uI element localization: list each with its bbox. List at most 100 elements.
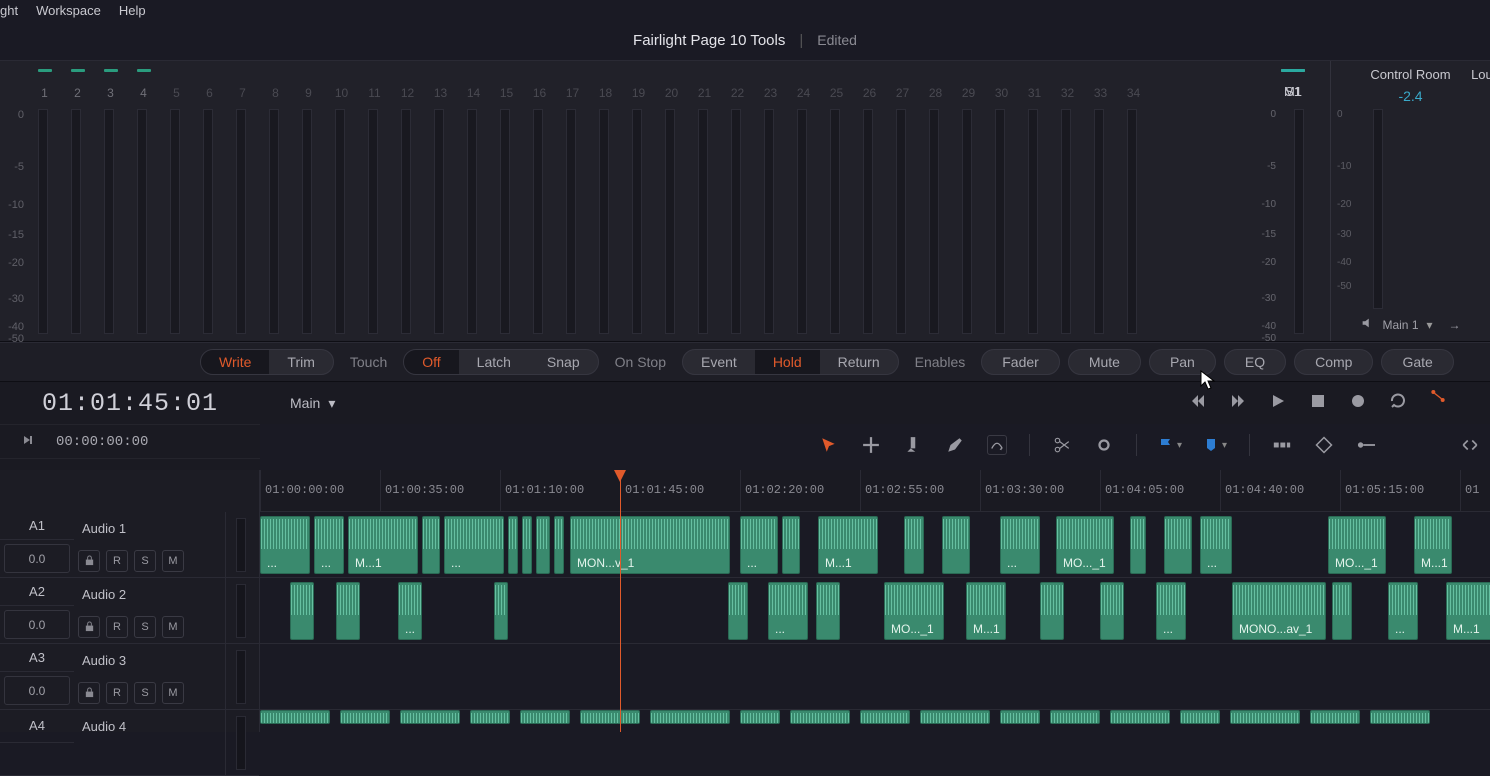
track-m-button[interactable]: M: [162, 682, 184, 704]
audio-clip[interactable]: [260, 710, 330, 724]
audio-clip[interactable]: [1110, 710, 1170, 724]
track-header[interactable]: A30.0Audio 3RSM: [0, 644, 259, 710]
event-button[interactable]: Event: [683, 350, 755, 374]
enable-eq-button[interactable]: EQ: [1224, 349, 1286, 375]
track-m-button[interactable]: M: [162, 550, 184, 572]
track-lane[interactable]: ......M...1...MON...v_1...M...1...MO..._…: [260, 512, 1490, 578]
channel-meter[interactable]: 3: [94, 61, 127, 341]
timeline-selector[interactable]: Main ▾: [290, 395, 335, 412]
audio-clip[interactable]: [520, 710, 570, 724]
pointer-tool[interactable]: [819, 435, 839, 455]
audio-clip[interactable]: [728, 582, 748, 640]
audio-clip[interactable]: ...: [314, 516, 344, 574]
audio-clip[interactable]: M...1: [1414, 516, 1452, 574]
audio-clip[interactable]: MO..._1: [1328, 516, 1386, 574]
menu-item[interactable]: Help: [119, 3, 146, 18]
track-name[interactable]: Audio 4: [74, 710, 225, 743]
menu-item[interactable]: ght: [0, 3, 18, 18]
latch-button[interactable]: Latch: [459, 350, 529, 374]
channel-meter[interactable]: 13: [424, 61, 457, 341]
channel-meter[interactable]: 2: [61, 61, 94, 341]
track-header[interactable]: A4Audio 4: [0, 710, 259, 776]
audio-clip[interactable]: [942, 516, 970, 574]
audio-clip[interactable]: [1100, 582, 1124, 640]
play-button[interactable]: [1270, 393, 1286, 414]
trim-button[interactable]: Trim: [269, 350, 332, 374]
track-r-button[interactable]: R: [106, 550, 128, 572]
track-header[interactable]: A20.0Audio 2RSM: [0, 578, 259, 644]
track-s-button[interactable]: S: [134, 550, 156, 572]
audio-clip[interactable]: ...: [1388, 582, 1418, 640]
channel-meter[interactable]: 5: [160, 61, 193, 341]
track-lane[interactable]: [260, 644, 1490, 710]
channel-meter[interactable]: 17: [556, 61, 589, 341]
enable-mute-button[interactable]: Mute: [1068, 349, 1141, 375]
snap-button[interactable]: Snap: [529, 350, 598, 374]
enable-gate-button[interactable]: Gate: [1381, 349, 1453, 375]
channel-meter[interactable]: 8: [259, 61, 292, 341]
audio-clip[interactable]: [816, 582, 840, 640]
link-tool[interactable]: [1094, 435, 1114, 455]
audio-clip[interactable]: M...1: [818, 516, 878, 574]
audio-clip[interactable]: ...: [1200, 516, 1232, 574]
flag-tool[interactable]: ▾: [1159, 438, 1182, 452]
pencil-tool[interactable]: [945, 435, 965, 455]
lock-icon[interactable]: [78, 682, 100, 704]
channel-meter[interactable]: 32: [1051, 61, 1084, 341]
track-db[interactable]: 0.0: [4, 544, 70, 573]
channel-meter[interactable]: 15: [490, 61, 523, 341]
snap-tool[interactable]: [1272, 435, 1292, 455]
channel-meter[interactable]: 25: [820, 61, 853, 341]
menu-item[interactable]: Workspace: [36, 3, 101, 18]
range-tool[interactable]: [861, 435, 881, 455]
monitor-select[interactable]: Main 1 ▾ →: [1331, 316, 1490, 333]
audio-clip[interactable]: M...1: [966, 582, 1006, 640]
audio-clip[interactable]: [400, 710, 460, 724]
audio-clip[interactable]: M...1: [1446, 582, 1490, 640]
channel-meter[interactable]: 33: [1084, 61, 1117, 341]
arrow-right-icon[interactable]: →: [1449, 318, 1461, 332]
curve-tool[interactable]: [987, 435, 1007, 455]
timecode-display[interactable]: 01:01:45:01: [0, 389, 260, 418]
track-area[interactable]: 01:00:00:0001:00:35:0001:01:10:0001:01:4…: [260, 470, 1490, 732]
enable-fader-button[interactable]: Fader: [981, 349, 1060, 375]
channel-meter[interactable]: 20: [655, 61, 688, 341]
audio-clip[interactable]: [1230, 710, 1300, 724]
fast-forward-button[interactable]: [1230, 393, 1246, 414]
audio-clip[interactable]: M...1: [348, 516, 418, 574]
playhead[interactable]: [620, 470, 621, 732]
audio-clip[interactable]: [1310, 710, 1360, 724]
audio-clip[interactable]: [740, 710, 780, 724]
audio-clip[interactable]: [920, 710, 990, 724]
automation-toggle-icon[interactable]: [1430, 388, 1460, 418]
audio-clip[interactable]: [580, 710, 640, 724]
audio-clip[interactable]: [554, 516, 564, 574]
channel-meter[interactable]: 6: [193, 61, 226, 341]
channel-meter[interactable]: 7: [226, 61, 259, 341]
audio-clip[interactable]: ...: [1156, 582, 1186, 640]
channel-meter[interactable]: 19: [622, 61, 655, 341]
scissors-tool[interactable]: [1052, 435, 1072, 455]
audio-clip[interactable]: [1164, 516, 1192, 574]
audio-clip[interactable]: [290, 582, 314, 640]
audio-clip[interactable]: [860, 710, 910, 724]
audio-clip[interactable]: [1180, 710, 1220, 724]
audio-clip[interactable]: [336, 582, 360, 640]
track-name[interactable]: Audio 2: [74, 578, 225, 611]
channel-meter[interactable]: 21: [688, 61, 721, 341]
channel-meter[interactable]: 23: [754, 61, 787, 341]
audio-clip[interactable]: MONO...av_1: [1232, 582, 1326, 640]
channel-meter[interactable]: 10: [325, 61, 358, 341]
audio-clip[interactable]: [340, 710, 390, 724]
audio-clip[interactable]: [1050, 710, 1100, 724]
channel-meter[interactable]: 31: [1018, 61, 1051, 341]
time-ruler[interactable]: 01:00:00:0001:00:35:0001:01:10:0001:01:4…: [260, 470, 1490, 512]
audio-clip[interactable]: ...: [444, 516, 504, 574]
audio-clip[interactable]: [536, 516, 550, 574]
audio-clip[interactable]: [1332, 582, 1352, 640]
channel-meter[interactable]: 12: [391, 61, 424, 341]
enable-comp-button[interactable]: Comp: [1294, 349, 1373, 375]
channel-meter[interactable]: 1: [28, 61, 61, 341]
audio-clip[interactable]: [494, 582, 508, 640]
record-button[interactable]: [1350, 393, 1366, 414]
